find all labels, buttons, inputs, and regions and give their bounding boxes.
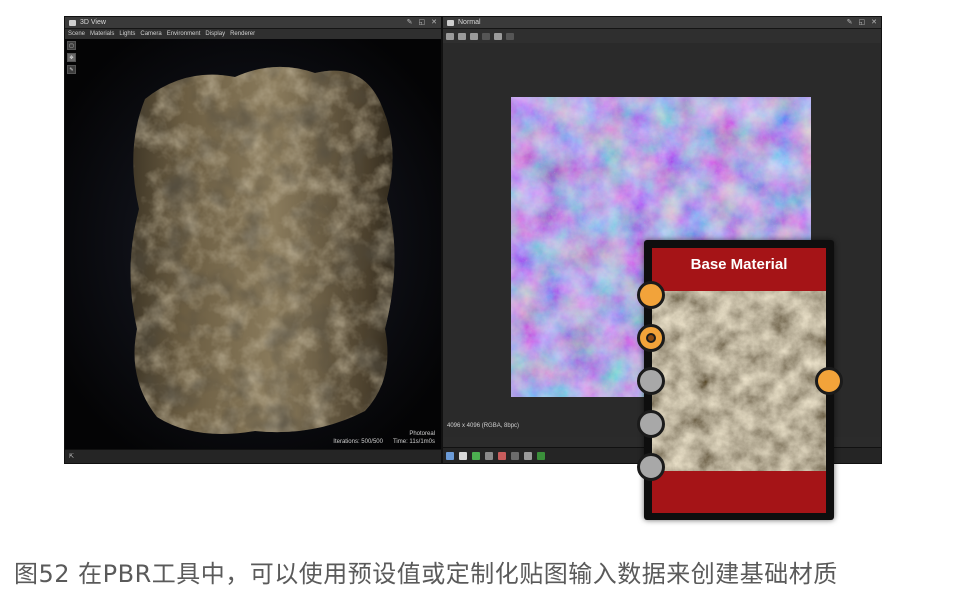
rock-cylinder-render	[65, 39, 441, 449]
info-icon[interactable]	[511, 451, 519, 460]
export-icon[interactable]	[446, 32, 454, 40]
menu-lights[interactable]: Lights	[119, 31, 135, 37]
input-pin-2[interactable]	[637, 324, 665, 352]
spacer-icon	[482, 32, 490, 40]
fit-icon[interactable]	[459, 451, 467, 460]
menu-materials[interactable]: Materials	[90, 31, 114, 37]
red-channel-icon[interactable]	[498, 451, 506, 460]
iterations-readout: Iterations: 500/500	[333, 439, 383, 445]
menu-renderer[interactable]: Renderer	[230, 31, 255, 37]
time-readout: Time: 11s/1m0s	[392, 439, 435, 445]
menu-environment[interactable]: Environment	[167, 31, 201, 37]
cube-icon	[69, 19, 76, 26]
3d-viewport[interactable]: ▢ ✥ ✎ Photoreal Iterations: 500/500 Time…	[65, 39, 441, 449]
3d-view-title: 3D View	[80, 19, 106, 26]
move-tool-icon[interactable]: ✥	[67, 53, 76, 62]
normal-title: Normal	[458, 19, 481, 26]
node-preview	[652, 291, 826, 471]
figure-caption: 图52 在PBR工具中，可以使用预设值或定制化贴图输入数据来创建基础材质	[14, 560, 838, 588]
alpha-icon[interactable]	[537, 451, 545, 460]
select-tool-icon[interactable]: ▢	[67, 41, 76, 50]
statusbar-tool-icon[interactable]: ⇱	[69, 453, 74, 460]
viewport-toolbar: ▢ ✥ ✎	[67, 41, 76, 74]
brush-tool-icon[interactable]: ✎	[67, 65, 76, 74]
menu-scene[interactable]: Scene	[68, 31, 85, 37]
normal-titlebar: Normal ✎ ◱ ✕	[443, 17, 881, 29]
node-footer	[652, 471, 826, 513]
3d-view-menubar: Scene Materials Lights Camera Environmen…	[65, 29, 441, 39]
channel-icon[interactable]	[446, 451, 454, 460]
3d-view-statusbar: ⇱	[65, 449, 441, 463]
histogram-icon[interactable]	[524, 451, 532, 460]
output-pin[interactable]	[815, 367, 843, 395]
menu-display[interactable]: Display	[205, 31, 225, 37]
render-info: Photoreal Iterations: 500/500 Time: 11s/…	[333, 430, 435, 446]
input-pin-4[interactable]	[637, 410, 665, 438]
input-pin-1[interactable]	[637, 281, 665, 309]
material-preview-image	[652, 291, 826, 471]
pin-icon[interactable]: ✎	[407, 18, 413, 26]
3d-view-titlebar: 3D View ✎ ◱ ✕	[65, 17, 441, 29]
pin-icon[interactable]: ✎	[847, 18, 853, 26]
share-icon[interactable]	[506, 32, 514, 40]
image-info: 4096 x 4096 (RGBA, 8bpc)	[447, 423, 520, 429]
render-mode: Photoreal	[409, 431, 435, 437]
maximize-icon[interactable]: ◱	[859, 18, 866, 26]
copy-icon[interactable]	[470, 32, 478, 40]
menu-camera[interactable]: Camera	[140, 31, 161, 37]
base-material-node[interactable]: Base Material	[644, 240, 834, 520]
grid-icon[interactable]	[485, 451, 493, 460]
maximize-icon[interactable]: ◱	[419, 18, 426, 26]
input-pin-5[interactable]	[637, 453, 665, 481]
green-channel-icon[interactable]	[472, 451, 480, 460]
input-pin-3[interactable]	[637, 367, 665, 395]
normal-toolbar	[443, 29, 881, 43]
save-icon[interactable]	[458, 32, 466, 40]
settings-icon[interactable]	[494, 32, 502, 40]
node-title: Base Material	[690, 256, 788, 273]
3d-view-panel: 3D View ✎ ◱ ✕ Scene Materials Lights Cam…	[65, 17, 443, 463]
image-icon	[447, 19, 454, 26]
close-icon[interactable]: ✕	[871, 18, 877, 26]
close-icon[interactable]: ✕	[431, 18, 437, 26]
